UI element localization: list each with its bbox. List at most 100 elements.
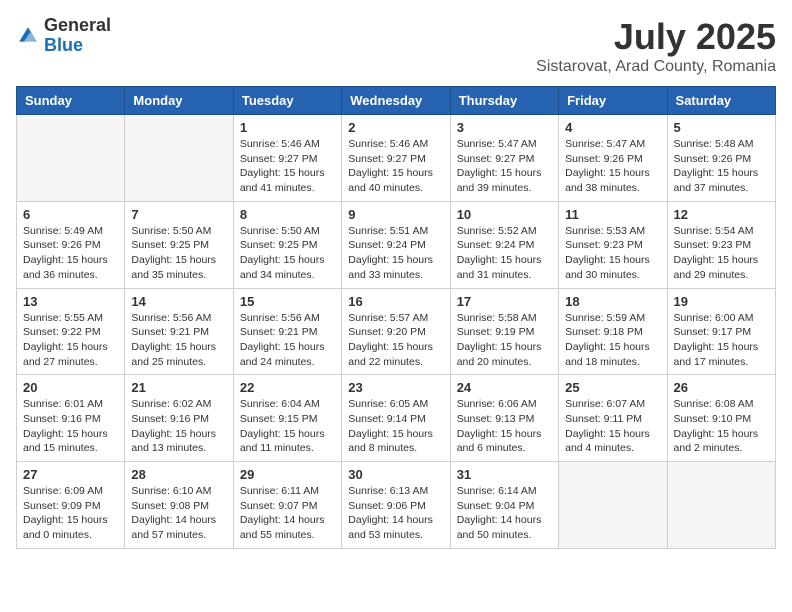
day-detail: Sunrise: 6:13 AM Sunset: 9:06 PM Dayligh… xyxy=(348,484,443,543)
calendar-cell: 26 Sunrise: 6:08 AM Sunset: 9:10 PM Dayli… xyxy=(667,375,775,462)
calendar-cell: 19 Sunrise: 6:00 AM Sunset: 9:17 PM Dayli… xyxy=(667,288,775,375)
calendar-table: SundayMondayTuesdayWednesdayThursdayFrid… xyxy=(16,86,776,549)
day-detail: Sunrise: 5:50 AM Sunset: 9:25 PM Dayligh… xyxy=(240,224,335,283)
calendar-cell: 5Sunrise: 5:48 AM Sunset: 9:26 PM Daylig… xyxy=(667,115,775,202)
day-number: 11 xyxy=(565,207,660,222)
day-detail: Sunrise: 6:00 AM Sunset: 9:17 PM Dayligh… xyxy=(674,311,769,370)
day-number: 17 xyxy=(457,294,552,309)
day-number: 19 xyxy=(674,294,769,309)
day-detail: Sunrise: 5:56 AM Sunset: 9:21 PM Dayligh… xyxy=(240,311,335,370)
calendar-cell: 16 Sunrise: 5:57 AM Sunset: 9:20 PM Dayli… xyxy=(342,288,450,375)
weekday-header-tuesday: Tuesday xyxy=(233,87,341,115)
calendar-cell: 8 Sunrise: 5:50 AM Sunset: 9:25 PM Daylig… xyxy=(233,201,341,288)
day-number: 5 xyxy=(674,120,769,135)
day-number: 23 xyxy=(348,380,443,395)
day-number: 8 xyxy=(240,207,335,222)
day-detail: Sunrise: 5:59 AM Sunset: 9:18 PM Dayligh… xyxy=(565,311,660,370)
day-number: 26 xyxy=(674,380,769,395)
logo-text: General Blue xyxy=(44,16,111,56)
day-number: 10 xyxy=(457,207,552,222)
day-detail: Sunrise: 6:01 AM Sunset: 9:16 PM Dayligh… xyxy=(23,397,118,456)
day-detail: Sunrise: 5:53 AM Sunset: 9:23 PM Dayligh… xyxy=(565,224,660,283)
calendar-cell: 6 Sunrise: 5:49 AM Sunset: 9:26 PM Daylig… xyxy=(17,201,125,288)
day-number: 22 xyxy=(240,380,335,395)
logo-icon xyxy=(16,24,40,48)
day-number: 13 xyxy=(23,294,118,309)
day-number: 28 xyxy=(131,467,226,482)
calendar-cell: 28 Sunrise: 6:10 AM Sunset: 9:08 PM Dayli… xyxy=(125,462,233,549)
day-number: 3 xyxy=(457,120,552,135)
day-number: 2 xyxy=(348,120,443,135)
day-detail: Sunrise: 5:50 AM Sunset: 9:25 PM Dayligh… xyxy=(131,224,226,283)
calendar-cell xyxy=(667,462,775,549)
day-number: 7 xyxy=(131,207,226,222)
day-detail: Sunrise: 5:52 AM Sunset: 9:24 PM Dayligh… xyxy=(457,224,552,283)
day-detail: Sunrise: 5:46 AM Sunset: 9:27 PM Dayligh… xyxy=(240,137,335,196)
calendar-cell: 10 Sunrise: 5:52 AM Sunset: 9:24 PM Dayli… xyxy=(450,201,558,288)
day-detail: Sunrise: 6:05 AM Sunset: 9:14 PM Dayligh… xyxy=(348,397,443,456)
weekday-header-monday: Monday xyxy=(125,87,233,115)
day-detail: Sunrise: 5:56 AM Sunset: 9:21 PM Dayligh… xyxy=(131,311,226,370)
calendar-cell xyxy=(17,115,125,202)
day-detail: Sunrise: 5:57 AM Sunset: 9:20 PM Dayligh… xyxy=(348,311,443,370)
day-number: 14 xyxy=(131,294,226,309)
calendar-cell: 2 Sunrise: 5:46 AM Sunset: 9:27 PM Daylig… xyxy=(342,115,450,202)
day-detail: Sunrise: 5:49 AM Sunset: 9:26 PM Dayligh… xyxy=(23,224,118,283)
day-number: 6 xyxy=(23,207,118,222)
day-detail: Sunrise: 5:47 AM Sunset: 9:27 PM Dayligh… xyxy=(457,137,552,196)
calendar-cell xyxy=(559,462,667,549)
weekday-header-wednesday: Wednesday xyxy=(342,87,450,115)
page-header: General Blue July 2025 Sistarovat, Arad … xyxy=(16,16,776,76)
calendar-cell: 18 Sunrise: 5:59 AM Sunset: 9:18 PM Dayli… xyxy=(559,288,667,375)
calendar-cell: 11 Sunrise: 5:53 AM Sunset: 9:23 PM Dayli… xyxy=(559,201,667,288)
week-row-3: 13 Sunrise: 5:55 AM Sunset: 9:22 PM Dayli… xyxy=(17,288,776,375)
calendar-cell: 31Sunrise: 6:14 AM Sunset: 9:04 PM Dayli… xyxy=(450,462,558,549)
calendar-cell: 3 Sunrise: 5:47 AM Sunset: 9:27 PM Daylig… xyxy=(450,115,558,202)
calendar-cell: 22 Sunrise: 6:04 AM Sunset: 9:15 PM Dayli… xyxy=(233,375,341,462)
calendar-cell: 23 Sunrise: 6:05 AM Sunset: 9:14 PM Dayli… xyxy=(342,375,450,462)
calendar-cell: 25Sunrise: 6:07 AM Sunset: 9:11 PM Dayli… xyxy=(559,375,667,462)
calendar-cell: 7 Sunrise: 5:50 AM Sunset: 9:25 PM Daylig… xyxy=(125,201,233,288)
day-detail: Sunrise: 5:58 AM Sunset: 9:19 PM Dayligh… xyxy=(457,311,552,370)
calendar-title: July 2025 xyxy=(536,16,776,58)
day-detail: Sunrise: 6:02 AM Sunset: 9:16 PM Dayligh… xyxy=(131,397,226,456)
week-row-4: 20Sunrise: 6:01 AM Sunset: 9:16 PM Dayli… xyxy=(17,375,776,462)
day-number: 21 xyxy=(131,380,226,395)
calendar-cell: 4Sunrise: 5:47 AM Sunset: 9:26 PM Daylig… xyxy=(559,115,667,202)
day-number: 9 xyxy=(348,207,443,222)
week-row-1: 1Sunrise: 5:46 AM Sunset: 9:27 PM Daylig… xyxy=(17,115,776,202)
calendar-cell: 29Sunrise: 6:11 AM Sunset: 9:07 PM Dayli… xyxy=(233,462,341,549)
day-number: 4 xyxy=(565,120,660,135)
weekday-header-saturday: Saturday xyxy=(667,87,775,115)
day-number: 24 xyxy=(457,380,552,395)
day-number: 16 xyxy=(348,294,443,309)
day-detail: Sunrise: 5:54 AM Sunset: 9:23 PM Dayligh… xyxy=(674,224,769,283)
calendar-cell: 24Sunrise: 6:06 AM Sunset: 9:13 PM Dayli… xyxy=(450,375,558,462)
calendar-cell: 9Sunrise: 5:51 AM Sunset: 9:24 PM Daylig… xyxy=(342,201,450,288)
day-detail: Sunrise: 5:55 AM Sunset: 9:22 PM Dayligh… xyxy=(23,311,118,370)
title-block: July 2025 Sistarovat, Arad County, Roman… xyxy=(536,16,776,76)
day-detail: Sunrise: 5:46 AM Sunset: 9:27 PM Dayligh… xyxy=(348,137,443,196)
day-number: 18 xyxy=(565,294,660,309)
calendar-header: SundayMondayTuesdayWednesdayThursdayFrid… xyxy=(17,87,776,115)
logo-general-text: General xyxy=(44,16,111,36)
week-row-2: 6 Sunrise: 5:49 AM Sunset: 9:26 PM Daylig… xyxy=(17,201,776,288)
calendar-cell: 17 Sunrise: 5:58 AM Sunset: 9:19 PM Dayli… xyxy=(450,288,558,375)
calendar-cell: 20Sunrise: 6:01 AM Sunset: 9:16 PM Dayli… xyxy=(17,375,125,462)
logo: General Blue xyxy=(16,16,111,56)
day-number: 12 xyxy=(674,207,769,222)
day-number: 15 xyxy=(240,294,335,309)
weekday-header-sunday: Sunday xyxy=(17,87,125,115)
day-detail: Sunrise: 6:08 AM Sunset: 9:10 PM Dayligh… xyxy=(674,397,769,456)
week-row-5: 27Sunrise: 6:09 AM Sunset: 9:09 PM Dayli… xyxy=(17,462,776,549)
day-detail: Sunrise: 6:10 AM Sunset: 9:08 PM Dayligh… xyxy=(131,484,226,543)
calendar-location: Sistarovat, Arad County, Romania xyxy=(536,58,776,76)
day-detail: Sunrise: 6:11 AM Sunset: 9:07 PM Dayligh… xyxy=(240,484,335,543)
day-detail: Sunrise: 6:09 AM Sunset: 9:09 PM Dayligh… xyxy=(23,484,118,543)
day-detail: Sunrise: 6:04 AM Sunset: 9:15 PM Dayligh… xyxy=(240,397,335,456)
calendar-cell: 14 Sunrise: 5:56 AM Sunset: 9:21 PM Dayli… xyxy=(125,288,233,375)
calendar-cell: 13 Sunrise: 5:55 AM Sunset: 9:22 PM Dayli… xyxy=(17,288,125,375)
day-detail: Sunrise: 6:14 AM Sunset: 9:04 PM Dayligh… xyxy=(457,484,552,543)
weekday-header-friday: Friday xyxy=(559,87,667,115)
logo-blue-text: Blue xyxy=(44,36,111,56)
